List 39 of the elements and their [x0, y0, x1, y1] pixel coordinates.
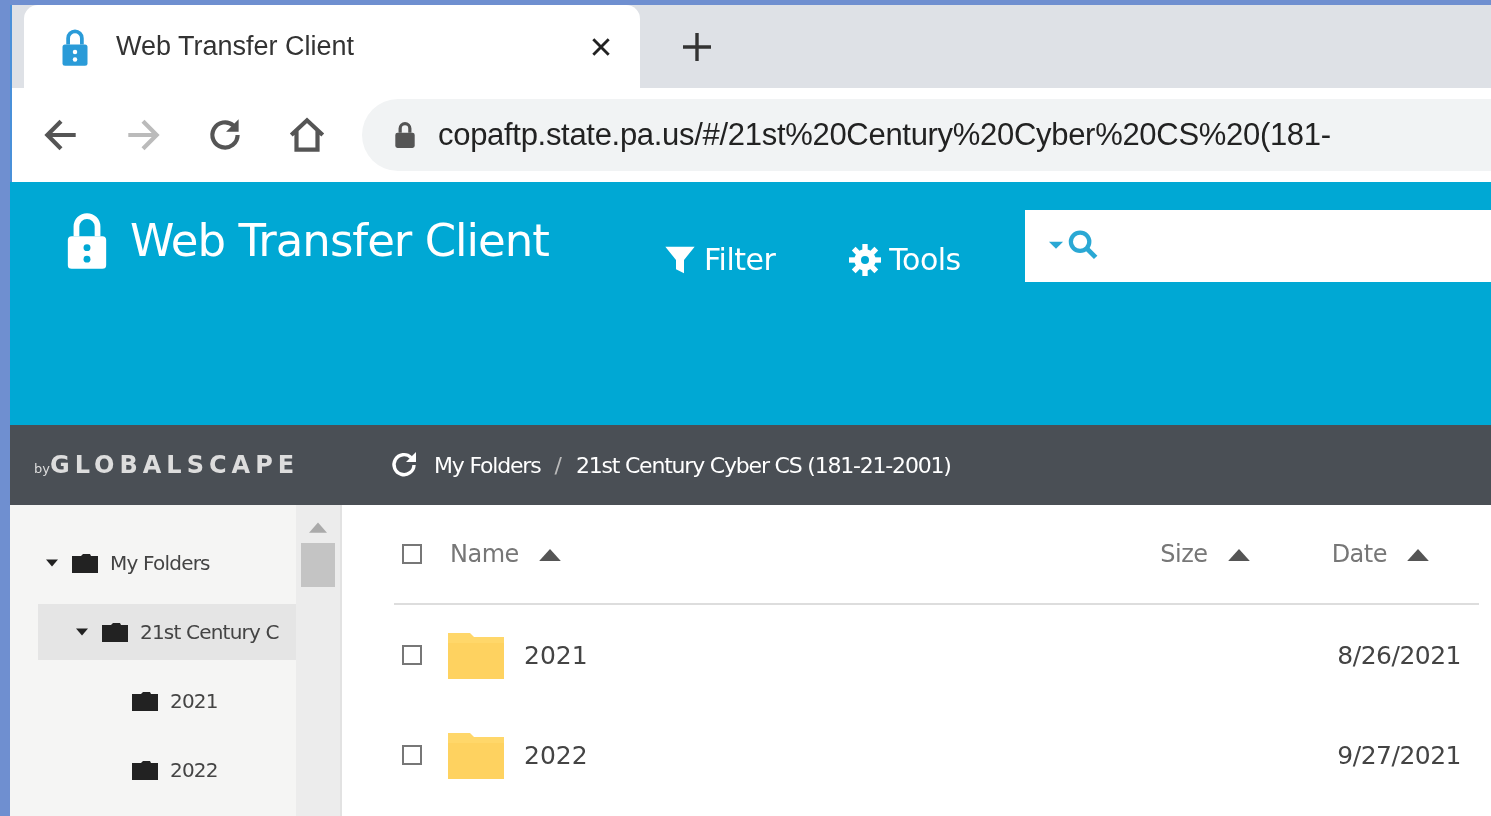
tree-item[interactable]: My Folders	[38, 535, 296, 591]
close-icon[interactable]	[590, 35, 612, 58]
caret-icon[interactable]	[46, 558, 58, 568]
folder-icon	[132, 760, 158, 780]
breadcrumb-link[interactable]: My Folders	[434, 452, 541, 478]
sort-arrow-icon[interactable]	[538, 547, 561, 561]
search-field[interactable]	[1024, 210, 1491, 282]
caret-icon[interactable]	[76, 627, 88, 637]
column-header[interactable]: Size	[1160, 540, 1250, 568]
tree-item[interactable]: 21st Century C	[38, 604, 296, 660]
checkbox[interactable]	[402, 544, 422, 564]
logo-prefix: by	[34, 461, 50, 476]
address-bar[interactable]: copaftp.state.pa.us/#/21st%20Century%20Cyber%20CS%20(181-	[362, 99, 1491, 171]
logo-text: GLOBALSCAPE	[49, 451, 300, 479]
date-cell: 9/27/2021	[1337, 740, 1461, 770]
column-header[interactable]: Name	[450, 540, 1161, 568]
sort-arrow-icon[interactable]	[1227, 547, 1250, 561]
date-cell: 8/26/2021	[1337, 640, 1461, 670]
checkbox[interactable]	[402, 645, 422, 665]
column-header[interactable]: Date	[1331, 540, 1429, 568]
folder-icon	[132, 691, 158, 711]
folder-icon	[102, 622, 128, 642]
padlock-icon	[394, 121, 416, 149]
padlock-icon	[60, 27, 90, 66]
folder-icon	[72, 553, 98, 573]
tree-item[interactable]: 2022	[38, 742, 296, 798]
scroll-thumb[interactable]	[301, 543, 335, 587]
sort-arrow-icon[interactable]	[1407, 547, 1429, 561]
tree-item[interactable]: 2021	[38, 673, 296, 729]
file-name[interactable]: 2021	[524, 640, 1338, 670]
breadcrumb-link[interactable]: 21st Century Cyber CS (181-21-2001)	[575, 452, 951, 478]
gear-icon	[849, 243, 882, 276]
app-title: Web Transfer Client	[130, 213, 549, 267]
new-tab-icon[interactable]	[682, 32, 712, 62]
file-name[interactable]: 2022	[524, 740, 1338, 770]
breadcrumb-separator: /	[554, 452, 562, 478]
browser-tab[interactable]: Web Transfer Client	[24, 5, 640, 88]
checkbox[interactable]	[402, 745, 422, 765]
scrollbar[interactable]	[296, 505, 340, 816]
